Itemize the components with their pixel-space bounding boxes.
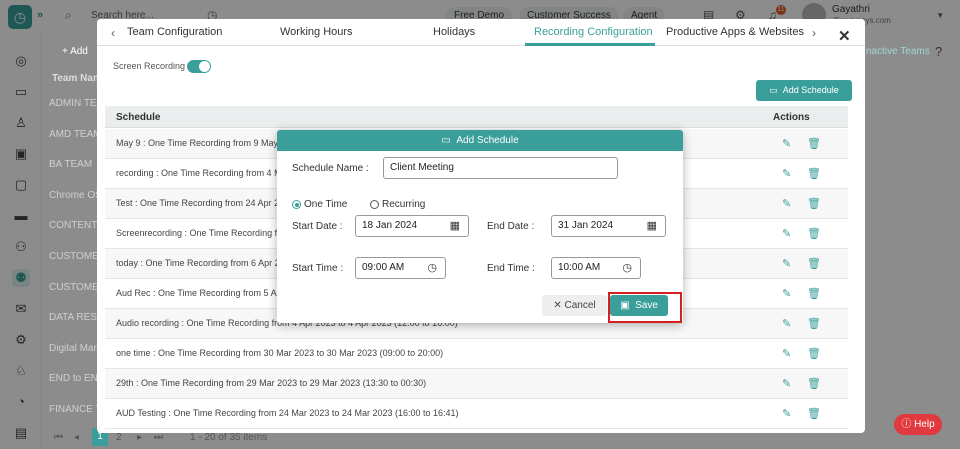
start-date-label: Start Date : <box>292 221 343 232</box>
schedule-text: Aud Rec : One Time Recording from 5 Apr <box>116 288 285 298</box>
screen-recording-toggle[interactable] <box>187 60 211 73</box>
edit-icon[interactable]: ✎ <box>782 197 791 210</box>
add-schedule-modal-header: ▭ Add Schedule <box>277 130 683 151</box>
schedule-text: one time : One Time Recording from 30 Ma… <box>116 348 444 358</box>
inactive-teams-link[interactable]: nactive Teams <box>866 46 930 57</box>
tab-working-hours[interactable]: Working Hours <box>280 26 353 38</box>
highlight-box <box>608 292 682 323</box>
add-schedule-button[interactable]: ▭ Add Schedule <box>756 80 852 101</box>
tab-recording-configuration[interactable]: Recording Configuration <box>534 26 653 38</box>
schedule-text: Screenrecording : One Time Recording fro <box>116 228 286 238</box>
schedule-text: recording : One Time Recording from 4 M <box>116 168 282 178</box>
schedule-text: 29th : One Time Recording from 29 Mar 20… <box>116 378 427 388</box>
edit-icon[interactable]: ✎ <box>782 227 791 240</box>
delete-icon[interactable]: 🗑 <box>807 257 821 270</box>
edit-icon[interactable]: ✎ <box>782 137 791 150</box>
schedule-table-header: Schedule Actions <box>105 106 848 128</box>
schedule-name-label: Schedule Name : <box>292 163 369 174</box>
delete-icon[interactable]: 🗑 <box>807 347 821 360</box>
start-date-field[interactable]: 18 Jan 2024 ▦ <box>355 215 469 237</box>
table-row: 29th : One Time Recording from 29 Mar 20… <box>105 369 848 399</box>
screen-recording-label: Screen Recording <box>113 61 186 71</box>
schedule-text: AUD Testing : One Time Recording from 24… <box>116 408 459 418</box>
help-label: Help <box>914 419 935 430</box>
team-list-item[interactable]: Digital Mar <box>49 343 97 354</box>
tab-holidays[interactable]: Holidays <box>433 26 475 38</box>
last-page-icon[interactable]: ⏭ <box>154 432 163 443</box>
cancel-label: Cancel <box>564 300 596 311</box>
active-tab-indicator <box>525 43 655 46</box>
edit-icon[interactable]: ✎ <box>782 167 791 180</box>
edit-icon[interactable]: ✎ <box>782 287 791 300</box>
next-page-icon[interactable]: ▸ <box>137 432 142 443</box>
end-time-field[interactable]: 10:00 AM ◷ <box>551 257 641 279</box>
delete-icon[interactable]: 🗑 <box>807 197 821 210</box>
team-list-item[interactable]: AMD TEAM <box>49 129 102 140</box>
delete-icon[interactable]: 🗑 <box>807 407 821 420</box>
end-date-label: End Date : <box>487 221 535 232</box>
edit-icon[interactable]: ✎ <box>782 407 791 420</box>
calendar-icon[interactable]: ▦ <box>450 216 460 236</box>
tab-prev-icon[interactable]: ‹ <box>111 26 115 40</box>
help-button[interactable]: ⓘ Help <box>894 414 942 435</box>
edit-icon[interactable]: ✎ <box>782 317 791 330</box>
close-icon[interactable]: ✕ <box>838 27 851 45</box>
delete-icon[interactable]: 🗑 <box>807 377 821 390</box>
delete-icon[interactable]: 🗑 <box>807 317 821 330</box>
edit-icon[interactable]: ✎ <box>782 257 791 270</box>
schedule-name-field[interactable]: Client Meeting <box>383 157 618 179</box>
schedule-text: today : One Time Recording from 6 Apr 20 <box>116 258 285 268</box>
table-row: one time : One Time Recording from 30 Ma… <box>105 339 848 369</box>
page-2-button[interactable]: 2 <box>116 432 122 443</box>
calendar-icon: ▭ <box>441 135 451 146</box>
cancel-button[interactable]: ✕ Cancel <box>542 295 607 316</box>
close-icon: ✕ <box>553 300 562 311</box>
table-row: AUD Testing : One Time Recording from 24… <box>105 399 848 429</box>
delete-icon[interactable]: 🗑 <box>807 167 821 180</box>
actions-column-header: Actions <box>773 112 810 123</box>
start-time-label: Start Time : <box>292 263 344 274</box>
clock-icon[interactable]: ◷ <box>427 258 437 278</box>
one-time-radio[interactable] <box>292 200 301 209</box>
tab-bar: ‹ Team Configuration Working Hours Holid… <box>97 19 865 46</box>
first-page-icon[interactable]: ⏮ <box>54 432 63 443</box>
schedule-text: Test : One Time Recording from 24 Apr 20 <box>116 198 285 208</box>
schedule-text: May 9 : One Time Recording from 9 May <box>116 138 279 148</box>
team-list-item[interactable]: Chrome OS <box>49 190 102 201</box>
prev-page-icon[interactable]: ◂ <box>74 432 79 443</box>
calendar-icon: ▭ <box>769 85 781 95</box>
pager-summary: 1 - 20 of 35 items <box>190 432 268 443</box>
start-date-value: 18 Jan 2024 <box>362 220 418 231</box>
tab-productive-apps[interactable]: Productive Apps & Websites <box>666 26 804 38</box>
end-time-value: 10:00 AM <box>558 262 601 273</box>
clock-icon[interactable]: ◷ <box>622 258 632 278</box>
end-date-field[interactable]: 31 Jan 2024 ▦ <box>551 215 666 237</box>
help-icon: ⓘ <box>901 419 912 430</box>
end-date-value: 31 Jan 2024 <box>558 220 614 231</box>
add-team-button[interactable]: + Add <box>62 46 88 57</box>
delete-icon[interactable]: 🗑 <box>807 287 821 300</box>
team-list-item[interactable]: BA TEAM <box>49 159 92 170</box>
delete-icon[interactable]: 🗑 <box>807 227 821 240</box>
help-circle-icon[interactable]: ? <box>935 44 942 59</box>
edit-icon[interactable]: ✎ <box>782 347 791 360</box>
start-time-value: 09:00 AM <box>362 262 405 273</box>
delete-icon[interactable]: 🗑 <box>807 137 821 150</box>
start-time-field[interactable]: 09:00 AM ◷ <box>355 257 446 279</box>
tab-team-configuration[interactable]: Team Configuration <box>127 26 222 38</box>
recurring-radio[interactable] <box>370 200 379 209</box>
tab-next-icon[interactable]: › <box>812 26 816 40</box>
one-time-label[interactable]: One Time <box>304 199 347 210</box>
recurring-label[interactable]: Recurring <box>382 199 425 210</box>
calendar-icon[interactable]: ▦ <box>647 216 657 236</box>
edit-icon[interactable]: ✎ <box>782 377 791 390</box>
add-schedule-label: Add Schedule <box>782 85 839 95</box>
schedule-column-header: Schedule <box>116 112 161 123</box>
modal-title: Add Schedule <box>456 135 519 146</box>
end-time-label: End Time : <box>487 263 535 274</box>
